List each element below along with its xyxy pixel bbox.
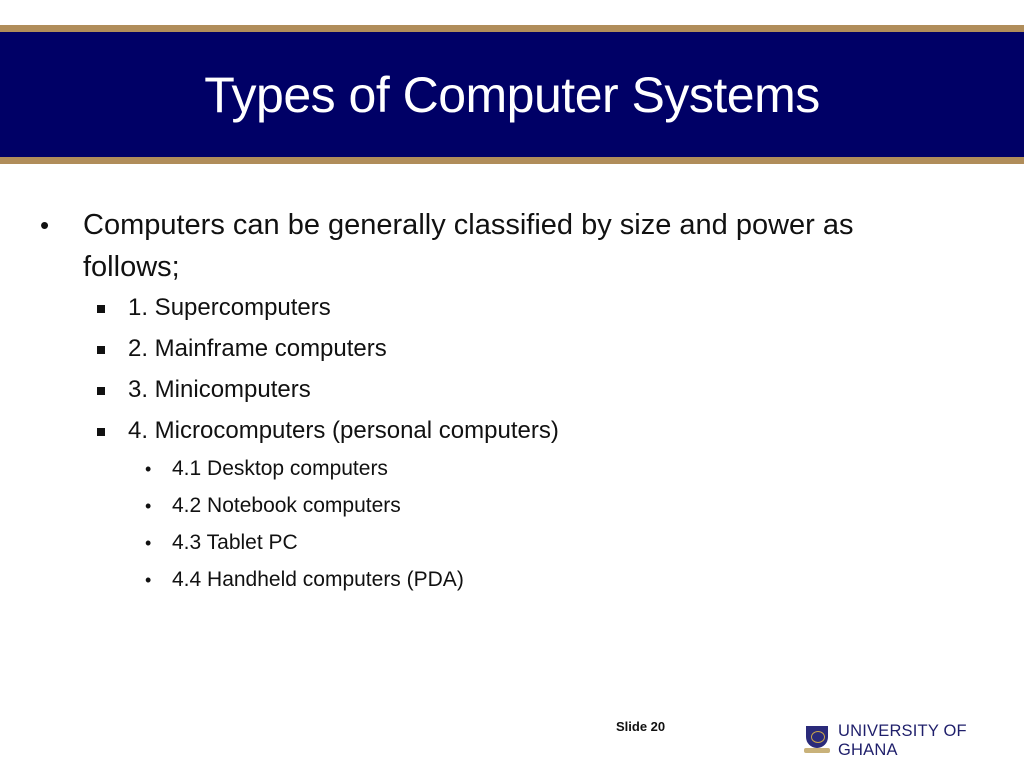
category-text: 4. Microcomputers (personal computers) [128, 417, 559, 444]
header-top-accent-line [0, 25, 1024, 32]
subcategory-text: 4.2 Notebook computers [172, 494, 401, 517]
university-logo: UNIVERSITY OF GHANA [804, 722, 1024, 760]
square-bullet-icon [97, 428, 105, 436]
bullet-icon: • [145, 533, 152, 553]
bullet-icon: • [145, 570, 152, 590]
category-text: 3. Minicomputers [128, 376, 311, 403]
bullet-icon: • [40, 210, 50, 240]
university-crest-icon [804, 726, 830, 756]
header-bottom-accent-line [0, 157, 1024, 164]
subcategory-text: 4.3 Tablet PC [172, 531, 298, 554]
square-bullet-icon [97, 305, 105, 313]
category-text: 1. Supercomputers [128, 294, 331, 321]
slide-number: Slide 20 [616, 719, 666, 734]
subcategory-text: 4.1 Desktop computers [172, 457, 388, 480]
bullet-icon: • [145, 459, 152, 479]
slide-title: Types of Computer Systems [204, 66, 820, 123]
square-bullet-icon [97, 346, 105, 354]
university-name: UNIVERSITY OF GHANA [838, 722, 967, 759]
intro-text: Computers can be generally classified by… [83, 209, 854, 283]
square-bullet-icon [97, 387, 105, 395]
bullet-icon: • [145, 496, 152, 516]
category-text: 2. Mainframe computers [128, 335, 387, 362]
subcategory-text: 4.4 Handheld computers (PDA) [172, 568, 464, 591]
